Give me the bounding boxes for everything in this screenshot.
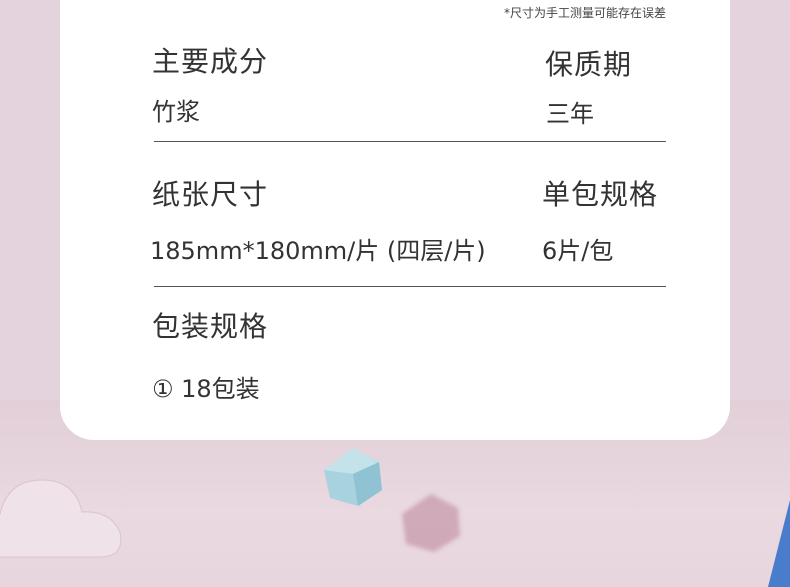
- paper-size-value: 185mm*180mm/片 (四层/片): [150, 237, 486, 265]
- blue-edge-decoration: [768, 500, 790, 587]
- paper-size-label: 纸张尺寸: [152, 178, 269, 211]
- pack-spec-label: 单包规格: [542, 178, 659, 211]
- cloud-decoration: [0, 479, 122, 558]
- ingredient-label: 主要成分: [152, 45, 269, 78]
- divider-2: [154, 286, 666, 287]
- pink-gem-decoration: [402, 494, 460, 552]
- measurement-note: *尺寸为手工测量可能存在误差: [503, 6, 666, 20]
- shelf-life-value: 三年: [546, 100, 594, 128]
- packaging-label: 包装规格: [152, 310, 269, 343]
- ingredient-value: 竹浆: [152, 98, 200, 126]
- shelf-life-label: 保质期: [545, 48, 633, 81]
- divider-1: [154, 141, 666, 142]
- pack-spec-value: 6片/包: [542, 237, 614, 265]
- blue-gem-decoration: [324, 448, 382, 506]
- packaging-value: ① 18包装: [152, 375, 260, 403]
